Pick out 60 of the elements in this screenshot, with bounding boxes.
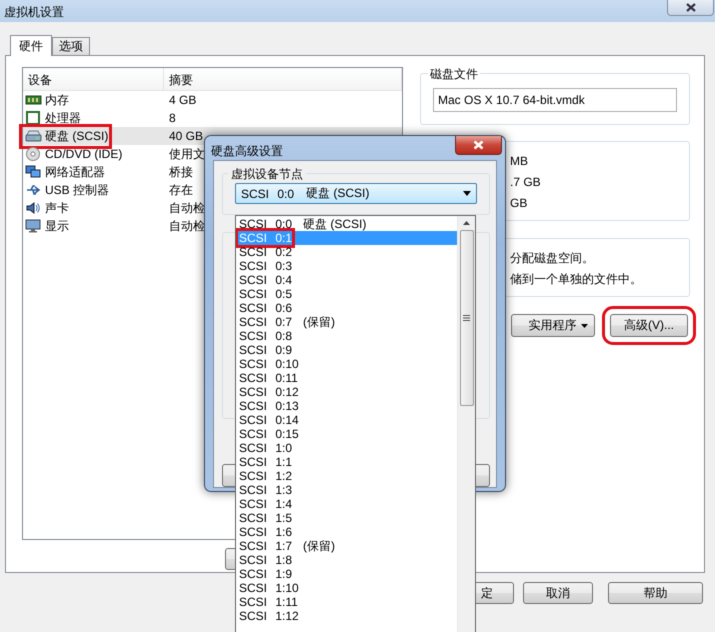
device-summary: 自动检 bbox=[168, 200, 205, 216]
dialog-title: 硬盘高级设置 bbox=[211, 143, 283, 160]
device-name: USB 控制器 bbox=[45, 182, 110, 198]
device-summary: 存在 bbox=[168, 182, 193, 198]
allocation-text: 分配磁盘空间。 bbox=[510, 250, 595, 266]
node-label: SCSI 0:14 bbox=[238, 413, 299, 427]
allocation-text: 储到一个单独的文件中。 bbox=[510, 271, 643, 287]
device-summary: 4 GB bbox=[168, 93, 196, 107]
group-title: 虚拟设备节点 bbox=[228, 166, 306, 183]
device-name: CD/DVD (IDE) bbox=[45, 147, 122, 161]
node-value-note: 硬盘 (SCSI) bbox=[306, 185, 370, 202]
node-label: SCSI 1:4 bbox=[238, 497, 292, 511]
device-summary: 使用文 bbox=[168, 146, 205, 162]
node-label: SCSI 0:5 bbox=[238, 287, 292, 301]
node-label: SCSI 1:3 bbox=[238, 483, 292, 497]
node-label: SCSI 1:6 bbox=[238, 525, 292, 539]
node-note: 硬盘 (SCSI) bbox=[303, 217, 366, 231]
node-label: SCSI 0:12 bbox=[238, 385, 299, 399]
device-summary: 桥接 bbox=[168, 164, 193, 180]
window-title: 虚拟机设置 bbox=[4, 4, 64, 21]
capacity-text: MB bbox=[510, 153, 529, 169]
group-title: 磁盘文件 bbox=[428, 66, 480, 83]
node-note: (保留) bbox=[303, 315, 335, 329]
node-label: SCSI 1:7 bbox=[238, 539, 292, 553]
node-label: SCSI 1:9 bbox=[238, 567, 292, 581]
node-label: SCSI 1:8 bbox=[238, 553, 292, 567]
node-label: SCSI 0:13 bbox=[238, 399, 299, 413]
node-label: SCSI 0:1 bbox=[238, 231, 292, 245]
device-name: 声卡 bbox=[45, 200, 69, 216]
node-label: SCSI 1:1 bbox=[238, 455, 292, 469]
device-name: 显示 bbox=[45, 218, 69, 234]
node-label: SCSI 0:3 bbox=[238, 259, 292, 273]
node-label: SCSI 0:4 bbox=[238, 273, 292, 287]
node-label: SCSI 0:15 bbox=[238, 427, 299, 441]
node-note: (保留) bbox=[303, 539, 335, 553]
node-label: SCSI 1:11 bbox=[238, 595, 298, 609]
node-value: SCSI 0:0 bbox=[241, 186, 294, 200]
capacity-text: GB bbox=[510, 195, 528, 211]
device-summary: 8 bbox=[168, 111, 176, 125]
device-name: 处理器 bbox=[45, 110, 81, 126]
device-name: 内存 bbox=[45, 92, 69, 108]
node-label: SCSI 0:2 bbox=[238, 245, 292, 259]
node-label: SCSI 0:10 bbox=[238, 357, 299, 371]
node-label: SCSI 0:9 bbox=[238, 343, 292, 357]
button-label: 实用程序 bbox=[528, 317, 576, 334]
node-label: SCSI 1:12 bbox=[238, 609, 299, 623]
node-label: SCSI 0:0 bbox=[238, 217, 292, 231]
node-label: SCSI 0:7 bbox=[238, 315, 292, 329]
node-label: SCSI 0:11 bbox=[238, 371, 298, 385]
device-summary: 40 GB bbox=[168, 129, 204, 143]
capacity-text: .7 GB bbox=[510, 174, 542, 190]
device-summary: 自动检 bbox=[168, 218, 205, 234]
node-label: SCSI 1:10 bbox=[238, 581, 299, 595]
node-label: SCSI 0:6 bbox=[238, 301, 292, 315]
device-name: 硬盘 (SCSI) bbox=[45, 128, 108, 144]
node-label: SCSI 0:8 bbox=[238, 329, 292, 343]
device-name: 网络适配器 bbox=[45, 164, 105, 180]
node-label: SCSI 1:5 bbox=[238, 511, 292, 525]
node-label: SCSI 1:0 bbox=[238, 441, 292, 455]
node-label: SCSI 1:2 bbox=[238, 469, 292, 483]
